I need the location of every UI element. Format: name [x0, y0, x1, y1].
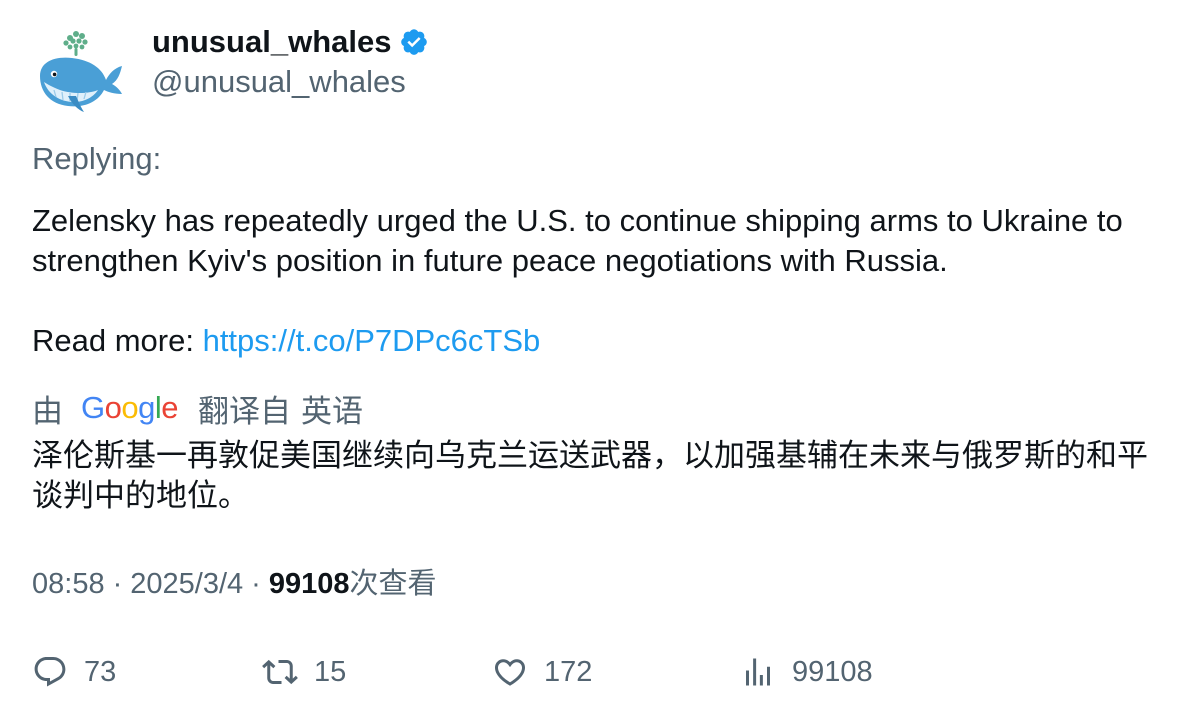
- google-logo-icon[interactable]: Google: [81, 390, 179, 426]
- reply-count: 73: [84, 655, 117, 688]
- analytics-icon: [746, 658, 770, 686]
- action-bar: 73 15 172 99108: [0, 648, 1196, 696]
- retweet-button[interactable]: 15: [262, 648, 346, 696]
- whale-logo-icon: [40, 31, 122, 112]
- translated-from-label: 翻译自: [198, 393, 292, 429]
- tweet-link[interactable]: https://t.co/P7DPc6cTSb: [203, 323, 541, 358]
- tweet-date[interactable]: 2025/3/4: [130, 564, 243, 604]
- translated-by-label: 由: [32, 393, 63, 429]
- retweet-icon: [262, 659, 298, 685]
- author-name-row: unusual_whales: [152, 22, 429, 62]
- views-button[interactable]: 99108: [740, 648, 873, 696]
- replying-label: Replying:: [32, 141, 162, 176]
- tweet-body: Zelensky has repeatedly urged the U.S. t…: [32, 203, 1123, 278]
- tweet-meta: 08:58 · 2025/3/4 · 99108 次查看: [32, 564, 436, 604]
- views-action-count: 99108: [792, 655, 873, 688]
- views-label: 次查看: [349, 568, 437, 600]
- like-count: 172: [544, 655, 593, 688]
- translation-attribution: 由 Google 翻译自 英语: [32, 386, 363, 430]
- like-button[interactable]: 172: [492, 648, 592, 696]
- views-count: 99108: [268, 568, 350, 600]
- author-handle[interactable]: @unusual_whales: [152, 62, 406, 102]
- author-name[interactable]: unusual_whales: [152, 22, 391, 62]
- verified-badge-icon[interactable]: [399, 27, 429, 57]
- tweet-card: unusual_whales @unusual_whales Replying:…: [0, 0, 1196, 718]
- tweet-read-more: Read more: https://t.co/P7DPc6cTSb: [32, 321, 1172, 361]
- meta-separator: ·: [112, 568, 123, 600]
- read-more-label: Read more:: [32, 323, 203, 358]
- reply-icon: [34, 657, 66, 687]
- source-language: 英语: [301, 393, 364, 429]
- tweet-time[interactable]: 08:58: [32, 564, 105, 604]
- translated-text: 泽伦斯基一再敦促美国继续向乌克兰运送武器，以加强基辅在未来与俄罗斯的和平谈判中的…: [32, 438, 1148, 513]
- heart-icon: [494, 659, 526, 686]
- avatar[interactable]: [32, 24, 128, 120]
- meta-separator: ·: [251, 568, 261, 600]
- retweet-count: 15: [314, 655, 347, 688]
- reply-button[interactable]: 73: [32, 648, 116, 696]
- tweet-text: Zelensky has repeatedly urged the U.S. t…: [32, 201, 1172, 361]
